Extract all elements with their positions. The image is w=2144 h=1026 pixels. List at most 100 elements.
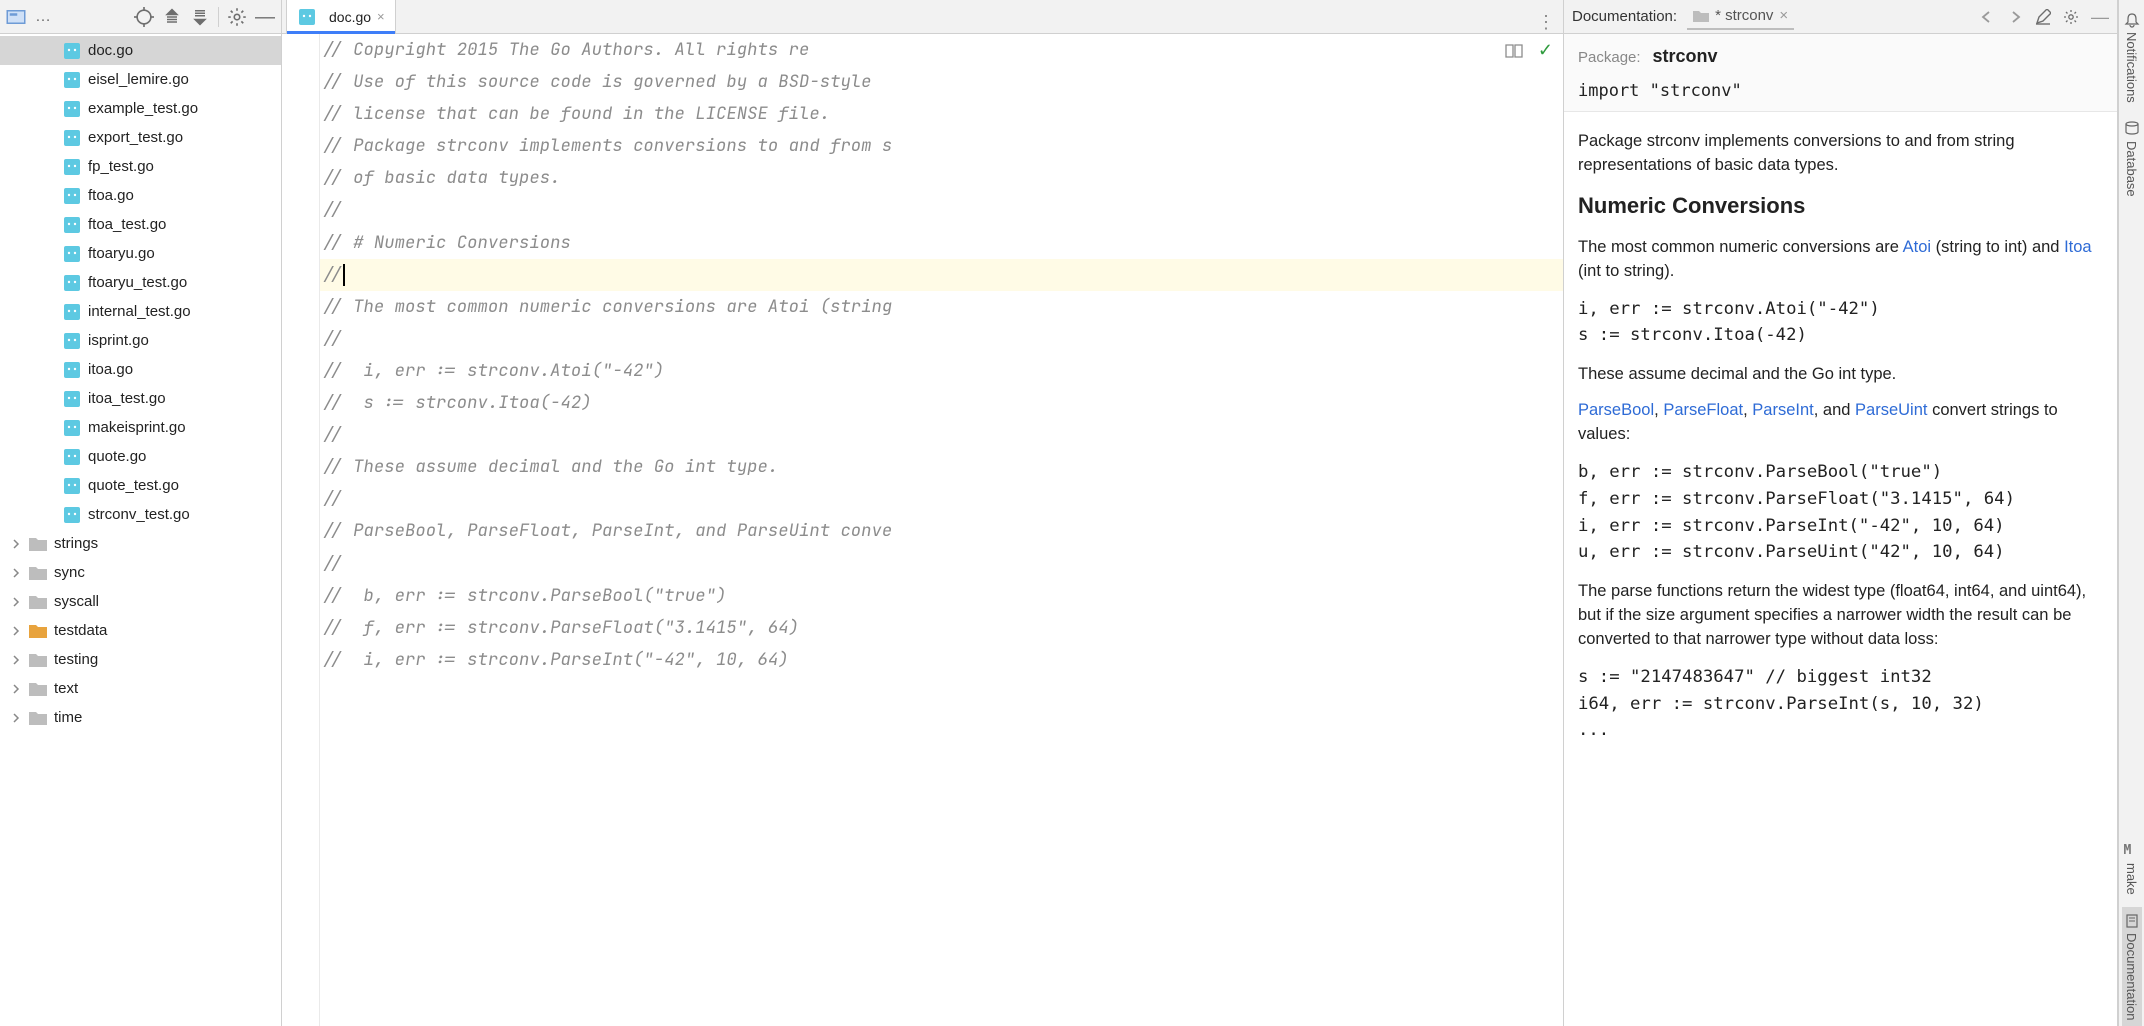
chevron-right-icon[interactable]: [8, 652, 24, 668]
close-icon[interactable]: ×: [377, 9, 385, 24]
tree-file[interactable]: ftoa.go: [0, 181, 281, 210]
tree-folder[interactable]: testdata: [0, 616, 281, 645]
link-atoi[interactable]: Atoi: [1903, 238, 1931, 256]
code-line[interactable]: // Copyright 2015 The Go Authors. All ri…: [320, 34, 1563, 66]
editor-body[interactable]: // Copyright 2015 The Go Authors. All ri…: [282, 34, 1563, 1026]
code-line[interactable]: //: [320, 323, 1563, 355]
code-line[interactable]: // license that can be found in the LICE…: [320, 98, 1563, 130]
tree-folder-label: testdata: [54, 622, 107, 639]
chevron-right-icon[interactable]: [8, 623, 24, 639]
code-line[interactable]: //: [320, 419, 1563, 451]
code-line[interactable]: // These assume decimal and the Go int t…: [320, 451, 1563, 483]
strip-make[interactable]: M make: [2122, 837, 2142, 901]
doc-tab[interactable]: * strconv ×: [1687, 3, 1794, 30]
code-line[interactable]: // b, err := strconv.ParseBool("true"): [320, 580, 1563, 612]
link-parseint[interactable]: ParseInt: [1752, 401, 1813, 419]
tree-folder[interactable]: text: [0, 674, 281, 703]
code-line[interactable]: // Use of this source code is governed b…: [320, 66, 1563, 98]
target-icon[interactable]: [134, 7, 154, 27]
tree-folder[interactable]: syscall: [0, 587, 281, 616]
tree-folder[interactable]: strings: [0, 529, 281, 558]
tree-folder[interactable]: testing: [0, 645, 281, 674]
editor-gutter: [282, 34, 320, 1026]
code-line[interactable]: // s := strconv.Itoa(-42): [320, 387, 1563, 419]
code-line[interactable]: //: [320, 194, 1563, 226]
bell-icon: [2124, 12, 2140, 28]
strip-database[interactable]: Database: [2122, 115, 2142, 203]
reader-mode-icon[interactable]: [1504, 43, 1524, 59]
doc-body[interactable]: Package strconv implements conversions t…: [1564, 112, 2117, 1026]
tree-folder[interactable]: sync: [0, 558, 281, 587]
gear-icon[interactable]: [227, 7, 247, 27]
code-line[interactable]: // # Numeric Conversions: [320, 227, 1563, 259]
tree-file-label: fp_test.go: [88, 158, 154, 175]
link-parseuint[interactable]: ParseUint: [1855, 401, 1927, 419]
ellipsis-icon[interactable]: …: [34, 7, 54, 27]
tree-file[interactable]: itoa_test.go: [0, 384, 281, 413]
go-file-icon: [62, 476, 82, 496]
tree-file[interactable]: ftoaryu_test.go: [0, 268, 281, 297]
tabs-more-icon[interactable]: ⋮: [1537, 12, 1555, 33]
doc-paragraph: The most common numeric conversions are …: [1578, 236, 2103, 284]
tree-file[interactable]: doc.go: [0, 36, 281, 65]
tree-file[interactable]: isprint.go: [0, 326, 281, 355]
strip-documentation[interactable]: Documentation: [2122, 907, 2142, 1026]
tree-file[interactable]: internal_test.go: [0, 297, 281, 326]
go-file-icon: [62, 360, 82, 380]
tree-file[interactable]: quote.go: [0, 442, 281, 471]
close-icon[interactable]: ×: [1779, 7, 1788, 24]
tree-folder[interactable]: time: [0, 703, 281, 732]
tree-file[interactable]: makeisprint.go: [0, 413, 281, 442]
tree-file[interactable]: ftoaryu.go: [0, 239, 281, 268]
tree-file-label: doc.go: [88, 42, 133, 59]
code-line[interactable]: // Package strconv implements conversion…: [320, 130, 1563, 162]
link-parsefloat[interactable]: ParseFloat: [1663, 401, 1743, 419]
back-icon[interactable]: [1979, 10, 1995, 24]
chevron-right-icon[interactable]: [8, 710, 24, 726]
minimize-icon[interactable]: —: [255, 7, 275, 27]
go-file-icon: [62, 302, 82, 322]
tree-file[interactable]: export_test.go: [0, 123, 281, 152]
go-file-icon: [62, 186, 82, 206]
link-parsebool[interactable]: ParseBool: [1578, 401, 1654, 419]
tree-file-label: ftoaryu.go: [88, 245, 155, 262]
project-tree[interactable]: doc.go eisel_lemire.goexample_test.goexpo…: [0, 34, 281, 1026]
doc-paragraph: ParseBool, ParseFloat, ParseInt, and Par…: [1578, 399, 2103, 447]
go-file-icon: [62, 273, 82, 293]
editor-pane: doc.go × ⋮ // Copyright 2015 The Go Auth…: [282, 0, 1564, 1026]
chevron-right-icon[interactable]: [8, 565, 24, 581]
tree-file[interactable]: quote_test.go: [0, 471, 281, 500]
code-line[interactable]: // f, err := strconv.ParseFloat("3.1415"…: [320, 612, 1563, 644]
editor-tab-doc-go[interactable]: doc.go ×: [286, 0, 396, 33]
code-line[interactable]: // of basic data types.: [320, 162, 1563, 194]
code-line[interactable]: //: [320, 548, 1563, 580]
code-line[interactable]: //: [320, 259, 1563, 291]
gear-icon[interactable]: [2063, 9, 2079, 25]
chevron-right-icon[interactable]: [8, 594, 24, 610]
edit-icon[interactable]: [2035, 9, 2051, 25]
tree-folder-label: syscall: [54, 593, 99, 610]
tree-file[interactable]: fp_test.go: [0, 152, 281, 181]
folder-icon: [28, 708, 48, 728]
code-line[interactable]: // ParseBool, ParseFloat, ParseInt, and …: [320, 515, 1563, 547]
chevron-right-icon[interactable]: [8, 536, 24, 552]
minimize-icon[interactable]: —: [2091, 13, 2109, 21]
strip-notifications[interactable]: Notifications: [2122, 6, 2142, 109]
ok-checkmark-icon[interactable]: ✓: [1538, 40, 1553, 61]
code-line[interactable]: // i, err := strconv.ParseInt("-42", 10,…: [320, 644, 1563, 676]
tree-file[interactable]: ftoa_test.go: [0, 210, 281, 239]
tree-file[interactable]: example_test.go: [0, 94, 281, 123]
tree-file[interactable]: eisel_lemire.go: [0, 65, 281, 94]
select-opened-file-icon[interactable]: [6, 7, 26, 27]
tree-file[interactable]: itoa.go: [0, 355, 281, 384]
tree-file[interactable]: strconv_test.go: [0, 500, 281, 529]
forward-icon[interactable]: [2007, 10, 2023, 24]
code-area[interactable]: // Copyright 2015 The Go Authors. All ri…: [320, 34, 1563, 1026]
code-line[interactable]: // i, err := strconv.Atoi("-42"): [320, 355, 1563, 387]
collapse-all-icon[interactable]: [190, 7, 210, 27]
chevron-right-icon[interactable]: [8, 681, 24, 697]
code-line[interactable]: //: [320, 483, 1563, 515]
link-itoa[interactable]: Itoa: [2064, 238, 2092, 256]
expand-all-icon[interactable]: [162, 7, 182, 27]
code-line[interactable]: // The most common numeric conversions a…: [320, 291, 1563, 323]
